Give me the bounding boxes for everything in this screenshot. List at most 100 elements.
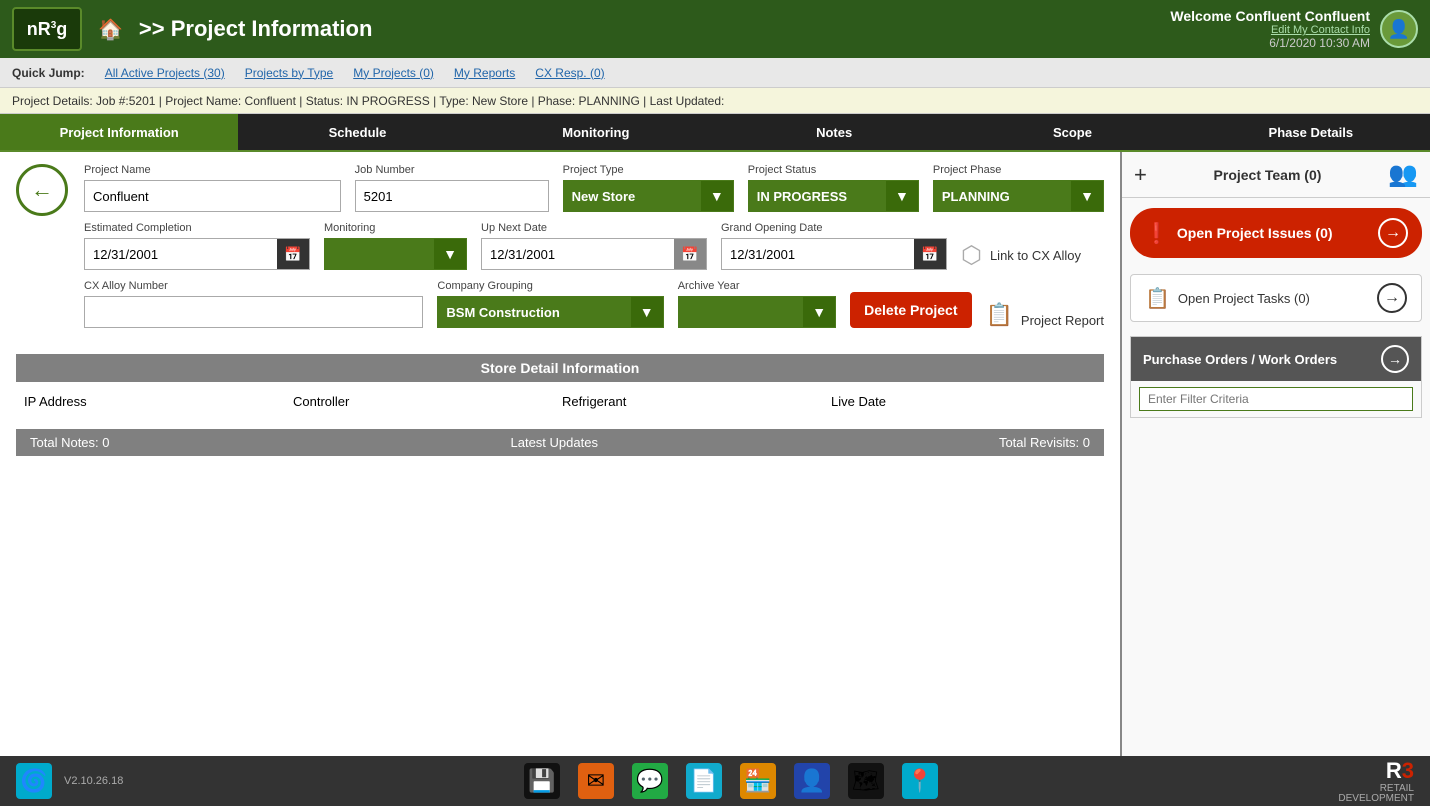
ip-address-label: IP Address bbox=[24, 394, 289, 409]
r3-icon: R bbox=[1386, 758, 1402, 783]
project-type-select-box[interactable]: New Store ▼ bbox=[563, 180, 734, 212]
quick-jump-my-reports[interactable]: My Reports bbox=[454, 66, 515, 80]
quick-jump-by-type[interactable]: Projects by Type bbox=[245, 66, 334, 80]
monitoring-select-box[interactable]: ▼ bbox=[324, 238, 467, 270]
po-header: Purchase Orders / Work Orders → bbox=[1131, 337, 1421, 381]
left-panel: ← Project Name Job Number Project Type bbox=[0, 152, 1120, 756]
open-tasks-button[interactable]: 📋 Open Project Tasks (0) → bbox=[1130, 274, 1422, 322]
grand-opening-calendar-btn[interactable]: 📅 bbox=[914, 239, 946, 269]
chat-taskbar-icon[interactable]: 💬 bbox=[632, 763, 668, 799]
avatar: 👤 bbox=[1380, 10, 1418, 48]
project-name-label: Project Name bbox=[84, 164, 341, 176]
monitoring-arrow: ▼ bbox=[434, 239, 466, 269]
up-next-group: Up Next Date 📅 bbox=[481, 222, 707, 270]
right-panel: + Project Team (0) 👥 ❗ Open Project Issu… bbox=[1120, 152, 1430, 756]
est-completion-date-wrapper: 📅 bbox=[84, 238, 310, 270]
po-filter bbox=[1131, 381, 1421, 417]
team-icon: 👥 bbox=[1388, 160, 1418, 189]
archive-year-arrow: ▼ bbox=[803, 297, 835, 327]
tasks-icon: 📋 bbox=[1145, 286, 1170, 311]
open-issues-button[interactable]: ❗ Open Project Issues (0) → bbox=[1130, 208, 1422, 258]
quick-jump-label: Quick Jump: bbox=[12, 66, 85, 80]
refrigerant-label: Refrigerant bbox=[562, 394, 827, 409]
po-filter-input[interactable] bbox=[1139, 387, 1413, 411]
quick-jump-all-active[interactable]: All Active Projects (30) bbox=[105, 66, 225, 80]
live-date-label: Live Date bbox=[831, 394, 1096, 409]
edit-contact-link[interactable]: Edit My Contact Info bbox=[1170, 24, 1370, 36]
project-type-arrow: ▼ bbox=[701, 181, 733, 211]
user-taskbar-icon[interactable]: 👤 bbox=[794, 763, 830, 799]
issues-arrow-icon: → bbox=[1378, 218, 1408, 248]
version-label: V2.10.26.18 bbox=[64, 775, 123, 787]
cx-alloy-number-input[interactable] bbox=[84, 296, 423, 328]
project-details-text: Project Details: Job #:5201 | Project Na… bbox=[12, 94, 724, 108]
company-grouping-label: Company Grouping bbox=[437, 280, 663, 292]
up-next-label: Up Next Date bbox=[481, 222, 707, 234]
po-section: Purchase Orders / Work Orders → bbox=[1130, 336, 1422, 418]
delete-project-button[interactable]: Delete Project bbox=[850, 292, 971, 328]
tabs-bar: Project Information Schedule Monitoring … bbox=[0, 114, 1430, 152]
map-taskbar-icon[interactable]: 🗺 bbox=[848, 763, 884, 799]
home-icon[interactable]: 🏠 bbox=[98, 17, 123, 42]
company-grouping-group: Company Grouping BSM Construction ▼ bbox=[437, 280, 663, 328]
taskbar-icons: 💾 ✉ 💬 📄 🏪 👤 🗺 📍 bbox=[524, 763, 938, 799]
est-completion-calendar-btn[interactable]: 📅 bbox=[277, 239, 309, 269]
grand-opening-label: Grand Opening Date bbox=[721, 222, 947, 234]
store-taskbar-icon[interactable]: 🏪 bbox=[740, 763, 776, 799]
cx-alloy-number-group: CX Alloy Number bbox=[84, 280, 423, 328]
archive-year-group: Archive Year ▼ bbox=[678, 280, 836, 328]
project-team-label: Project Team (0) bbox=[1214, 167, 1322, 183]
tab-monitoring[interactable]: Monitoring bbox=[477, 114, 715, 150]
nrg-taskbar-icon[interactable]: 🌀 bbox=[16, 763, 52, 799]
grand-opening-input[interactable] bbox=[722, 239, 914, 269]
right-panel-header: + Project Team (0) 👥 bbox=[1122, 152, 1430, 198]
project-phase-select-box[interactable]: PLANNING ▼ bbox=[933, 180, 1104, 212]
tasks-arrow-icon: → bbox=[1377, 283, 1407, 313]
location-taskbar-icon[interactable]: 📍 bbox=[902, 763, 938, 799]
tab-notes[interactable]: Notes bbox=[715, 114, 953, 150]
project-status-select-box[interactable]: IN PROGRESS ▼ bbox=[748, 180, 919, 212]
company-grouping-value: BSM Construction bbox=[438, 305, 662, 320]
delete-btn-wrapper: Delete Project bbox=[850, 292, 971, 328]
po-title: Purchase Orders / Work Orders bbox=[1143, 352, 1337, 367]
est-completion-label: Estimated Completion bbox=[84, 222, 310, 234]
up-next-calendar-btn[interactable]: 📅 bbox=[674, 239, 706, 269]
project-type-group: Project Type New Store ▼ bbox=[563, 164, 734, 212]
tab-schedule[interactable]: Schedule bbox=[238, 114, 476, 150]
project-phase-arrow: ▼ bbox=[1071, 181, 1103, 211]
archive-year-label: Archive Year bbox=[678, 280, 836, 292]
email-taskbar-icon[interactable]: ✉ bbox=[578, 763, 614, 799]
usb-taskbar-icon[interactable]: 💾 bbox=[524, 763, 560, 799]
tab-project-information[interactable]: Project Information bbox=[0, 114, 238, 150]
header-right: Welcome Confluent Confluent Edit My Cont… bbox=[1170, 8, 1418, 50]
logo: nR3g bbox=[12, 7, 82, 51]
quick-jump-my-projects[interactable]: My Projects (0) bbox=[353, 66, 434, 80]
job-number-label: Job Number bbox=[355, 164, 549, 176]
taskbar-left: 🌀 V2.10.26.18 bbox=[16, 763, 123, 799]
cx-alloy-link-row: ⬡ Link to CX Alloy bbox=[961, 241, 1104, 270]
add-team-member-icon[interactable]: + bbox=[1134, 162, 1147, 188]
tab-scope[interactable]: Scope bbox=[953, 114, 1191, 150]
quick-jump-cx-resp[interactable]: CX Resp. (0) bbox=[535, 66, 604, 80]
up-next-input[interactable] bbox=[482, 239, 674, 269]
total-notes: Total Notes: 0 bbox=[30, 435, 110, 450]
report-icon: 📋 bbox=[986, 302, 1013, 328]
project-name-input[interactable] bbox=[84, 180, 341, 212]
est-completion-input[interactable] bbox=[85, 239, 277, 269]
form-row-1: Project Name Job Number Project Type New… bbox=[84, 164, 1104, 212]
doc-taskbar-icon[interactable]: 📄 bbox=[686, 763, 722, 799]
summary-bar: Total Notes: 0 Latest Updates Total Revi… bbox=[16, 429, 1104, 456]
tab-phase-details[interactable]: Phase Details bbox=[1192, 114, 1430, 150]
total-revisits: Total Revisits: 0 bbox=[999, 435, 1090, 450]
back-button[interactable]: ← bbox=[16, 164, 68, 216]
form-row-3: CX Alloy Number Company Grouping BSM Con… bbox=[84, 280, 1104, 328]
project-report-label[interactable]: Project Report bbox=[1021, 313, 1104, 328]
monitoring-label: Monitoring bbox=[324, 222, 467, 234]
form-header: ← Project Name Job Number Project Type bbox=[16, 164, 1104, 338]
job-number-input[interactable] bbox=[355, 180, 549, 212]
cx-alloy-link-label[interactable]: Link to CX Alloy bbox=[990, 248, 1081, 263]
company-grouping-select-box[interactable]: BSM Construction ▼ bbox=[437, 296, 663, 328]
r3-logo-area: R3 RETAILDEVELOPMENT bbox=[1338, 758, 1414, 804]
archive-year-select-box[interactable]: ▼ bbox=[678, 296, 836, 328]
welcome-text: Welcome Confluent Confluent bbox=[1170, 8, 1370, 24]
